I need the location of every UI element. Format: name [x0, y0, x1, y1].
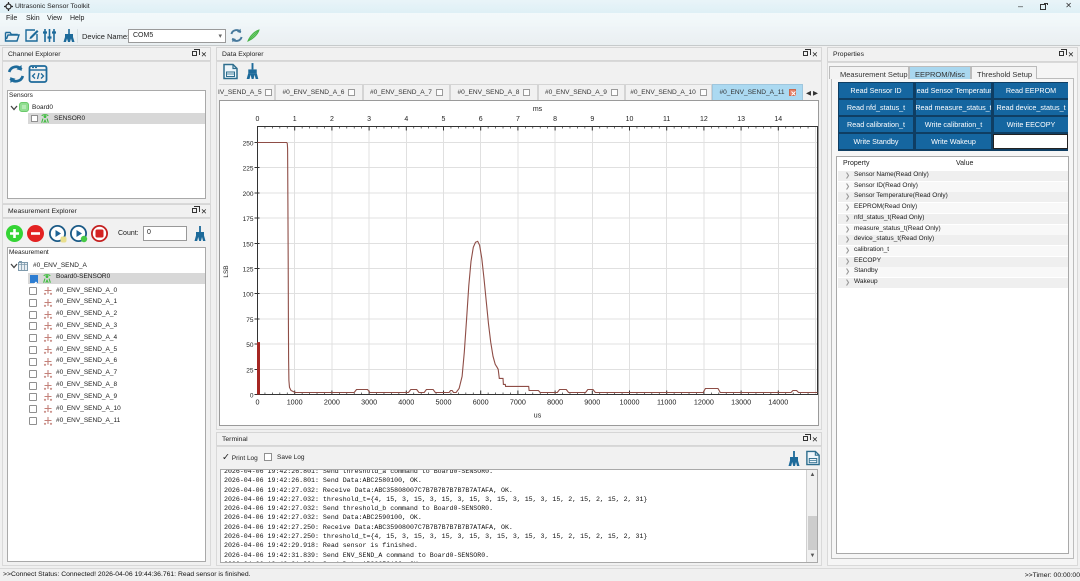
svg-text:100: 100 — [243, 292, 254, 299]
svg-text:0: 0 — [256, 398, 260, 407]
svg-text:250: 250 — [243, 141, 254, 148]
svg-text:12000: 12000 — [694, 398, 714, 407]
svg-text:11: 11 — [663, 116, 670, 123]
svg-text:150: 150 — [243, 241, 254, 248]
svg-text:0: 0 — [256, 116, 260, 123]
svg-text:10000: 10000 — [620, 398, 640, 407]
svg-text:us: us — [534, 413, 542, 420]
svg-text:6000: 6000 — [473, 398, 489, 407]
svg-text:13000: 13000 — [731, 398, 751, 407]
svg-text:6: 6 — [479, 116, 483, 123]
svg-text:200: 200 — [243, 191, 254, 198]
svg-text:14: 14 — [774, 116, 782, 123]
svg-text:1000: 1000 — [287, 398, 303, 407]
svg-text:13: 13 — [737, 116, 745, 123]
svg-text:50: 50 — [246, 342, 254, 349]
svg-text:LSB: LSB — [223, 265, 230, 277]
svg-text:9000: 9000 — [584, 398, 600, 407]
svg-text:125: 125 — [243, 267, 254, 274]
svg-text:3000: 3000 — [361, 398, 377, 407]
svg-text:3: 3 — [367, 116, 371, 123]
svg-text:7000: 7000 — [510, 398, 526, 407]
svg-text:8: 8 — [553, 116, 557, 123]
svg-text:12: 12 — [700, 116, 708, 123]
svg-text:7: 7 — [516, 116, 520, 123]
svg-text:4: 4 — [404, 116, 408, 123]
svg-text:225: 225 — [243, 166, 254, 173]
svg-text:ms: ms — [533, 106, 543, 113]
svg-text:75: 75 — [246, 317, 254, 324]
svg-text:9: 9 — [590, 116, 594, 123]
svg-text:25: 25 — [246, 367, 254, 374]
svg-text:5: 5 — [442, 116, 446, 123]
svg-text:5000: 5000 — [436, 398, 452, 407]
svg-text:1: 1 — [293, 116, 297, 123]
svg-text:10: 10 — [626, 116, 634, 123]
svg-text:14000: 14000 — [768, 398, 788, 407]
svg-text:8000: 8000 — [547, 398, 563, 407]
svg-text:4000: 4000 — [398, 398, 414, 407]
svg-text:11000: 11000 — [657, 398, 676, 407]
svg-text:0: 0 — [250, 393, 254, 400]
svg-text:2000: 2000 — [324, 398, 340, 407]
svg-text:175: 175 — [243, 216, 254, 223]
svg-text:2: 2 — [330, 116, 334, 123]
